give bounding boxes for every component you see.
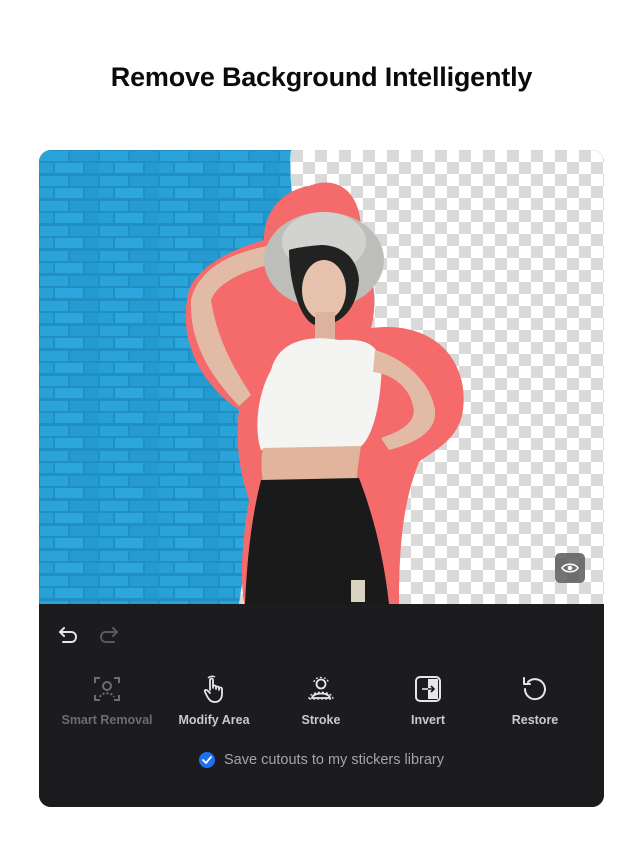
tool-label: Stroke <box>301 713 341 727</box>
tool-label: Modify Area <box>178 713 250 727</box>
checkmark-icon <box>202 756 212 764</box>
editor-card: Smart Removal Modify Area Stroke Invert … <box>39 150 604 807</box>
tool-invert[interactable]: Invert <box>373 674 483 727</box>
redo-icon[interactable] <box>97 622 121 646</box>
save-stickers-label: Save cutouts to my stickers library <box>224 752 444 768</box>
editor-toolbar: Smart Removal Modify Area Stroke Invert … <box>39 604 604 807</box>
tool-modify-area[interactable]: Modify Area <box>159 674 269 727</box>
smart-removal-icon <box>94 677 120 701</box>
tool-stroke[interactable]: Stroke <box>266 674 376 727</box>
headline: Remove Background Intelligently <box>110 62 533 92</box>
tool-label: Invert <box>410 713 446 727</box>
image-canvas[interactable] <box>39 150 604 604</box>
restore-icon <box>523 677 546 701</box>
tool-smart-removal[interactable]: Smart Removal <box>52 674 162 727</box>
preview-toggle-button[interactable] <box>555 553 585 583</box>
eye-icon <box>561 563 579 573</box>
stroke-person-icon <box>308 676 334 700</box>
tool-label: Restore <box>511 713 559 727</box>
tool-label: Smart Removal <box>61 713 153 727</box>
cutout-photo <box>39 150 464 604</box>
hand-pointer-icon <box>203 675 223 703</box>
save-stickers-option[interactable]: Save cutouts to my stickers library <box>199 750 444 770</box>
invert-icon <box>415 676 441 702</box>
undo-icon[interactable] <box>56 622 80 646</box>
checkbox-checked[interactable] <box>199 752 215 768</box>
tool-restore[interactable]: Restore <box>480 674 590 727</box>
tool-row: Smart Removal Modify Area Stroke Invert … <box>39 674 604 734</box>
